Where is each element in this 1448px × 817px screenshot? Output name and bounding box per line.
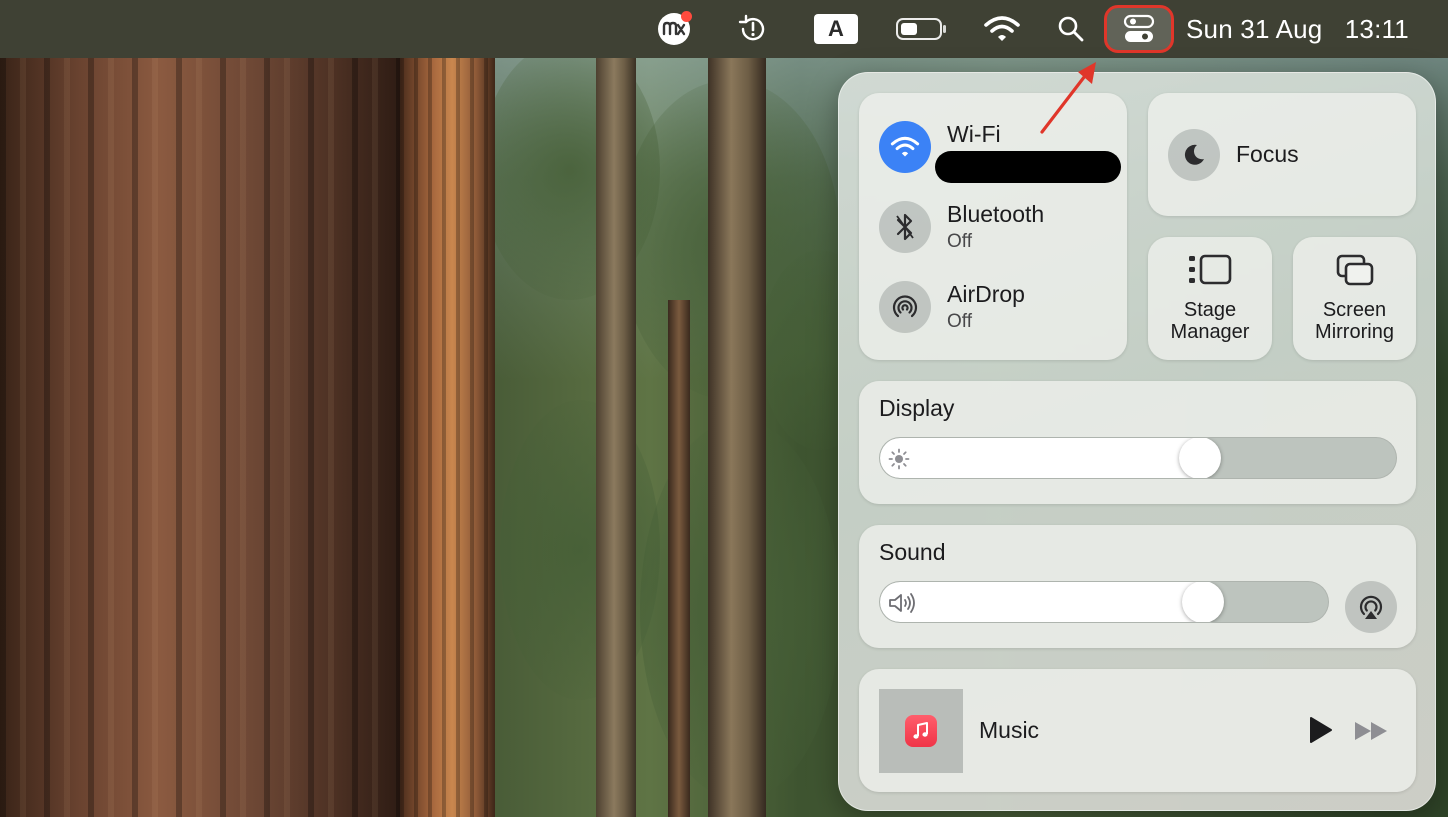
bluetooth-toggle[interactable] xyxy=(879,201,931,253)
menu-bar-time: 13:11 xyxy=(1344,13,1409,44)
tree-trunk xyxy=(400,0,495,817)
bluetooth-icon xyxy=(896,213,914,241)
moon-icon xyxy=(1184,144,1204,165)
stage-manager-icon xyxy=(1189,254,1232,285)
menu-bar-clock[interactable]: Sun 31 Aug 13:11 xyxy=(1186,0,1426,58)
tree-trunk xyxy=(596,0,636,817)
brightness-slider-knob[interactable] xyxy=(1178,438,1221,478)
time-machine-icon[interactable] xyxy=(734,0,772,58)
control-center-icon[interactable] xyxy=(1104,5,1174,53)
tree-trunk xyxy=(668,300,690,817)
brightness-slider-fill xyxy=(880,438,1200,478)
moxi-menu-extra[interactable] xyxy=(656,0,692,58)
display-label: Display xyxy=(879,395,955,421)
display-tile: Display xyxy=(859,381,1416,504)
airdrop-icon xyxy=(892,295,918,318)
airdrop-status: Off xyxy=(947,311,972,332)
focus-label: Focus xyxy=(1236,141,1299,167)
wifi-toggle[interactable] xyxy=(879,121,931,173)
volume-slider-knob[interactable] xyxy=(1181,582,1224,622)
sound-label: Sound xyxy=(879,539,946,565)
album-art[interactable] xyxy=(879,689,963,773)
tree-trunk xyxy=(708,0,766,817)
brightness-icon xyxy=(888,448,910,470)
focus-tile[interactable]: Focus xyxy=(1148,93,1416,216)
airdrop-toggle[interactable] xyxy=(879,281,931,333)
search-icon[interactable] xyxy=(1052,0,1090,58)
tree-trunk xyxy=(0,0,400,817)
moxi-icon xyxy=(658,11,692,45)
sound-tile: Sound xyxy=(859,525,1416,648)
play-icon[interactable] xyxy=(1305,715,1335,745)
wifi-icon xyxy=(890,136,920,157)
stage-manager-tile[interactable]: Stage Manager xyxy=(1148,237,1272,360)
wifi-network-name-redacted xyxy=(935,151,1121,183)
menu-bar: A Sun 31 Aug 13:11 xyxy=(0,0,1448,58)
battery-icon[interactable] xyxy=(894,0,950,58)
menu-bar-date: Sun 31 Aug xyxy=(1186,13,1323,44)
bluetooth-status: Off xyxy=(947,231,972,252)
annotation-arrow xyxy=(1040,62,1096,134)
control-center-panel: Wi-Fi Bluetooth Off AirDrop Off Focus St… xyxy=(838,72,1436,811)
input-source-label: A xyxy=(814,14,858,44)
input-source-menu[interactable]: A xyxy=(812,0,860,58)
stage-manager-label: Stage Manager xyxy=(1170,299,1250,343)
volume-slider-fill xyxy=(880,582,1203,622)
wifi-label[interactable]: Wi-Fi xyxy=(947,121,1001,148)
airplay-audio-button[interactable] xyxy=(1345,581,1397,633)
music-note-icon xyxy=(905,715,937,747)
speaker-icon xyxy=(889,593,915,613)
focus-toggle[interactable] xyxy=(1168,129,1220,181)
music-label: Music xyxy=(979,717,1040,743)
screen-mirroring-label: Screen Mirroring xyxy=(1315,299,1394,343)
volume-slider[interactable] xyxy=(879,581,1329,623)
bluetooth-label[interactable]: Bluetooth xyxy=(947,201,1044,228)
airdrop-label[interactable]: AirDrop xyxy=(947,281,1025,308)
forward-icon[interactable] xyxy=(1353,719,1391,743)
wifi-icon[interactable] xyxy=(980,0,1024,58)
airplay-audio-icon xyxy=(1359,595,1383,619)
now-playing-tile: Music xyxy=(859,669,1416,792)
screen-mirroring-icon xyxy=(1336,254,1373,286)
screen-mirroring-tile[interactable]: Screen Mirroring xyxy=(1293,237,1416,360)
brightness-slider[interactable] xyxy=(879,437,1397,479)
